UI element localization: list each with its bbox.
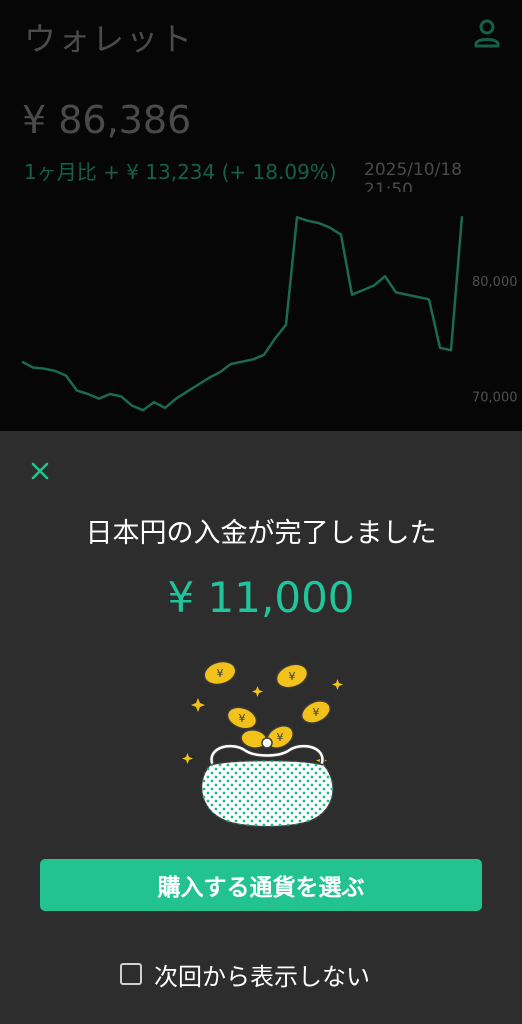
dialog-title: 日本円の入金が完了しました — [85, 518, 437, 549]
price-chart: 80,000 70,000 — [21, 216, 518, 412]
dont-show-again-label: 次回から表示しない — [154, 962, 370, 991]
svg-text:¥: ¥ — [289, 670, 296, 683]
y-axis-tick-label: 70,000 — [472, 390, 518, 405]
monthly-change: 1ヶ月比 + ¥ 13,234 (+ 18.09%) — [24, 160, 337, 184]
account-button[interactable] — [470, 16, 504, 50]
dont-show-again-checkbox[interactable] — [120, 963, 142, 985]
y-axis-tick-label: 80,000 — [472, 275, 518, 290]
price-line-series-0 — [21, 216, 464, 412]
choose-currency-button[interactable]: 購入する通貨を選ぶ — [40, 859, 482, 911]
svg-text:¥: ¥ — [217, 667, 224, 680]
screen: ウォレット ¥ 86,386 1ヶ月比 + ¥ 13,234 (+ 18.09%… — [0, 0, 522, 1024]
coin-purse-illustration: ¥ ¥ ¥ ¥ ¥ — [182, 660, 343, 828]
wallet-background: ウォレット ¥ 86,386 1ヶ月比 + ¥ 13,234 (+ 18.09%… — [0, 0, 522, 431]
person-icon — [474, 19, 500, 48]
deposit-complete-sheet: 日本円の入金が完了しました ¥ 11,000 ¥ ¥ ¥ ¥ ¥ 購入する通貨を… — [0, 431, 522, 1024]
wallet-balance: ¥ 86,386 — [22, 98, 192, 142]
svg-text:¥: ¥ — [277, 731, 284, 744]
close-icon — [31, 462, 49, 480]
deposit-amount: ¥ 11,000 — [167, 573, 355, 622]
dont-show-again-option[interactable]: 次回から表示しない — [120, 959, 370, 991]
last-updated: 2025/10/18 21:50 — [364, 160, 462, 192]
close-button[interactable] — [28, 459, 52, 483]
page-title: ウォレット — [24, 20, 195, 58]
svg-text:¥: ¥ — [239, 712, 246, 725]
svg-text:¥: ¥ — [313, 706, 320, 719]
